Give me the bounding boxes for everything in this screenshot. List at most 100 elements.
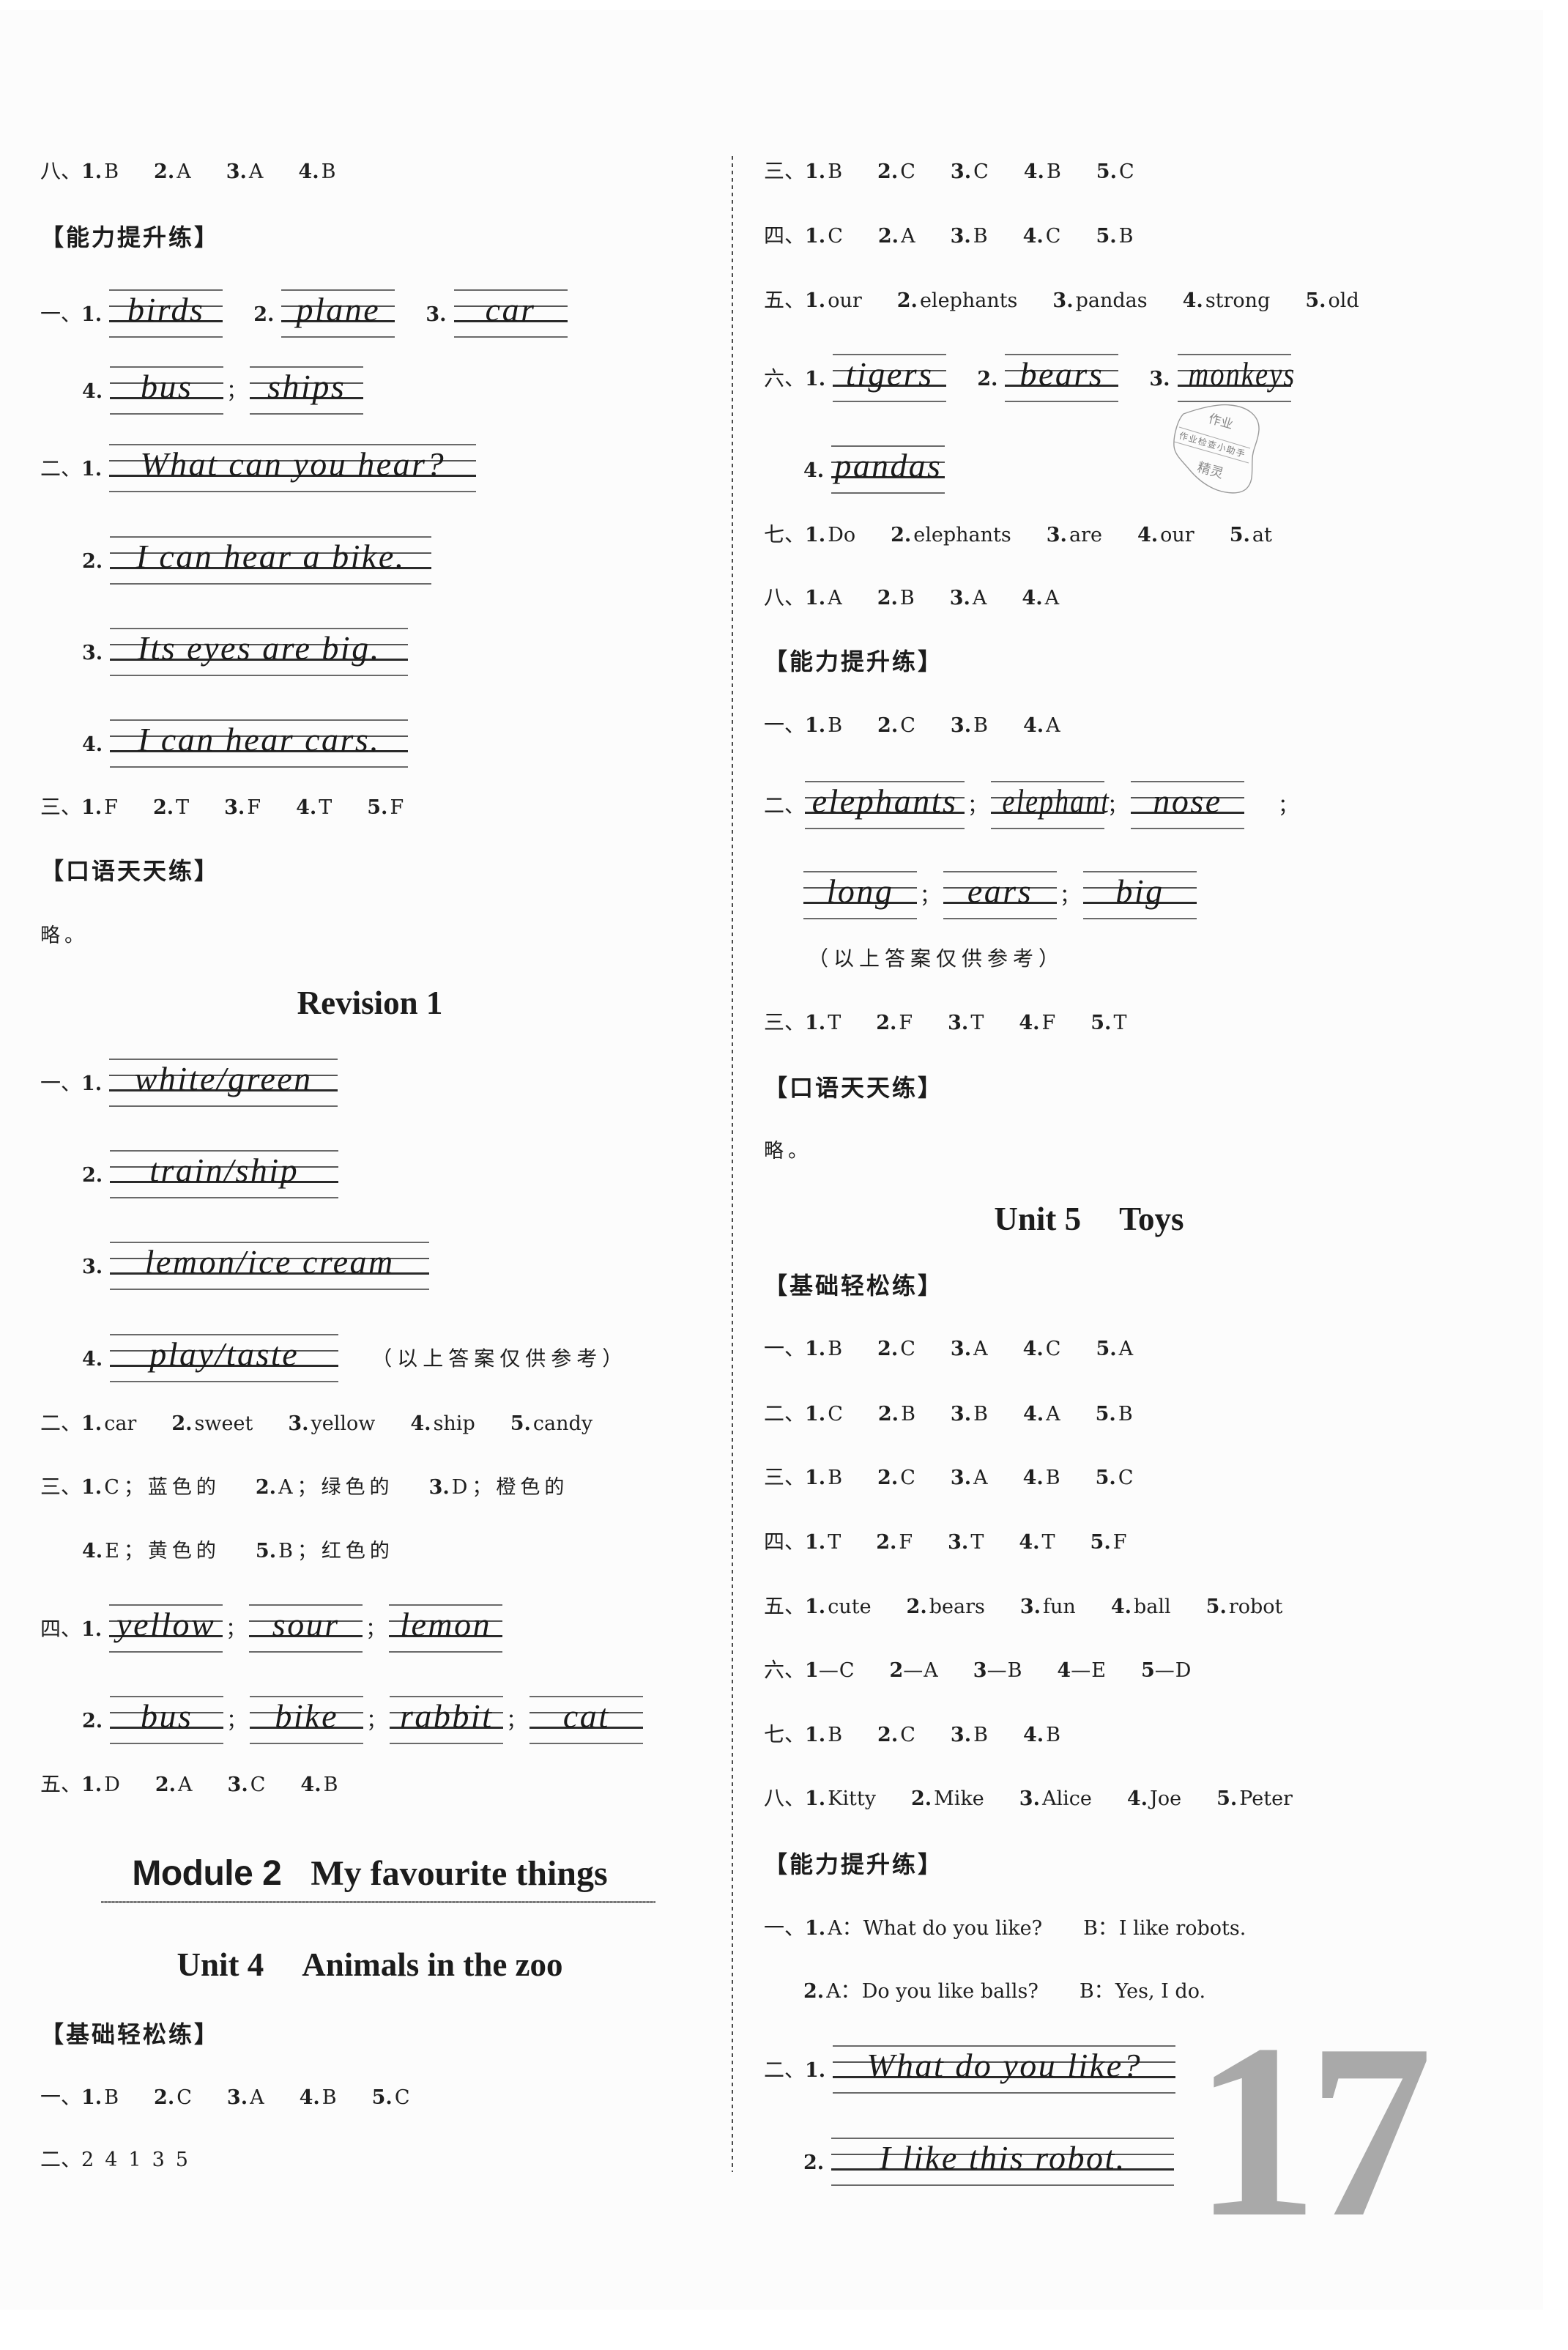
answer-item: 2. B	[877, 584, 915, 613]
stamp-bottom-text: 精灵	[1195, 459, 1225, 481]
answer-value: A	[924, 1659, 938, 1682]
writing-blank: nose	[1131, 781, 1245, 829]
section-number: 一、	[764, 713, 806, 737]
answer-value: B	[899, 587, 915, 609]
answer-item: 4. ball	[1111, 1593, 1171, 1622]
question-number: 1.	[805, 1595, 826, 1618]
answer-value: A	[973, 1467, 988, 1489]
section-number: 五、	[764, 288, 806, 312]
question-number: 2	[889, 1659, 904, 1682]
answer-item: 3. A	[951, 1335, 988, 1364]
answer-item: 2. C	[877, 1464, 915, 1493]
answer-value: B	[828, 714, 843, 737]
writing-item: 1. What do you like?	[805, 2045, 1176, 2094]
question-number: 4.	[1022, 225, 1044, 248]
question-number: 5.	[1096, 160, 1117, 183]
question-number: 3.	[950, 714, 972, 737]
answer-row: 五、 1. cute 2. bears 3. fun 4. ball 5. robot	[764, 1592, 1318, 1621]
question-number: 3.	[950, 160, 972, 183]
answer-value: F	[1112, 1531, 1127, 1554]
answer-item: 3. pandas	[1052, 286, 1147, 316]
question-number: 2.	[876, 1531, 897, 1554]
answer-item: 3. B	[951, 711, 988, 741]
writing-item: 3. monkeys	[1149, 354, 1294, 402]
answer-value: B	[1045, 1467, 1060, 1489]
answer-item: 1. our	[805, 286, 862, 316]
question-number: 2.	[891, 524, 912, 546]
writing-blank: monkeys	[1177, 354, 1294, 402]
question-number: 3.	[1149, 368, 1170, 390]
question-number: 4.	[1022, 1724, 1044, 1746]
answer-item: 5. C	[1096, 157, 1134, 187]
question-number: 2.	[877, 1338, 899, 1360]
question-number: 2.	[877, 225, 899, 248]
answer-value: C	[900, 714, 915, 737]
answer-value: C	[828, 1403, 843, 1426]
match-dash: —	[818, 1659, 839, 1682]
question-number: 3.	[1046, 524, 1067, 546]
answer-value: C	[900, 160, 915, 183]
answer-item: 2. A	[878, 222, 915, 251]
answer-item: 4. B	[1023, 1464, 1060, 1493]
question-number: 3.	[950, 1403, 972, 1426]
answer-value: pandas	[1075, 289, 1148, 312]
question-number: 1.	[805, 1338, 826, 1360]
answer-item: 3. B	[951, 1400, 988, 1429]
answer-row: 六、 1—C 2—A 3—B 4—E 5—D	[764, 1656, 1226, 1685]
speaker-label: B：	[1079, 1980, 1114, 2003]
answer-value: T	[970, 1012, 984, 1034]
question-number: 4.	[1022, 587, 1043, 609]
dialog-row: 一、 1. A： What do you like? B： I like robots.	[764, 1913, 1287, 1943]
question-number: 3.	[950, 1724, 972, 1746]
writing-item: 2. I like this robot.	[803, 2138, 1175, 2186]
answer-item: 4. T	[1019, 1528, 1055, 1557]
answer-value: Peter	[1239, 1787, 1293, 1810]
answer-value: elephants	[919, 289, 1018, 312]
question-number: 2.	[877, 587, 898, 609]
writing-item: elephants； elephant； nose	[805, 781, 1245, 829]
answer-value: ball	[1134, 1595, 1171, 1618]
question-number: 5.	[1090, 1012, 1112, 1034]
handwritten-answer: What do you like?	[866, 2047, 1142, 2084]
heading-label: 【能力提升练】	[764, 648, 944, 675]
question-number: 5.	[1090, 1531, 1111, 1554]
answer-value: robot	[1228, 1595, 1283, 1618]
writing-blank: I like this robot.	[831, 2138, 1175, 2186]
answer-item: 2. C	[877, 711, 915, 741]
section-number: 一、	[764, 1916, 806, 1940]
answer-item: 4. Joe	[1127, 1784, 1181, 1814]
separator: ；	[1060, 885, 1080, 908]
answer-item: 3—B	[973, 1656, 1022, 1686]
answer-value: C	[1118, 1467, 1134, 1489]
answer-item: 2—A	[889, 1656, 937, 1686]
question-number: 2.	[910, 1787, 932, 1810]
answer-item: 4. our	[1137, 521, 1194, 550]
answer-value: A	[1046, 1403, 1060, 1426]
writing-blank: tigers	[833, 354, 947, 402]
answer-item: 5. F	[1090, 1528, 1127, 1557]
answer-item: 4. B	[1023, 1721, 1060, 1750]
answer-value: B	[828, 1467, 843, 1489]
section-number: 七、	[764, 522, 806, 546]
answer-row: 七、 1. B 2. C 3. B 4. B	[764, 1720, 1096, 1749]
question-number: 2.	[896, 289, 918, 312]
question-number: 1.	[805, 714, 826, 737]
question-number: 3.	[1019, 1787, 1040, 1810]
section-number: 一、	[764, 1336, 806, 1360]
answer-value: fun	[1043, 1595, 1076, 1618]
answer-value: C	[973, 160, 989, 183]
writing-blank: big	[1083, 871, 1197, 919]
question-number: 4.	[1022, 1338, 1044, 1360]
question-number: 5.	[1095, 1467, 1116, 1489]
answer-item: 5. T	[1090, 1009, 1126, 1038]
question-number: 4.	[1022, 1467, 1044, 1489]
handwritten-answer: bears	[1019, 355, 1104, 393]
answer-item: 4. C	[1023, 222, 1061, 251]
dialog-row: 2. A： Do you like balls? B： Yes, I do.	[803, 1977, 1246, 2006]
answer-value: Joe	[1150, 1787, 1182, 1810]
answer-item: 1. B	[805, 711, 842, 741]
answer-row: 四、 1. T 2. F 3. T 4. T 5. F	[764, 1527, 1162, 1557]
answer-item: 5. B	[1096, 222, 1133, 251]
writing-item: 4. pandas	[803, 445, 945, 494]
answer-value: F	[899, 1531, 913, 1554]
